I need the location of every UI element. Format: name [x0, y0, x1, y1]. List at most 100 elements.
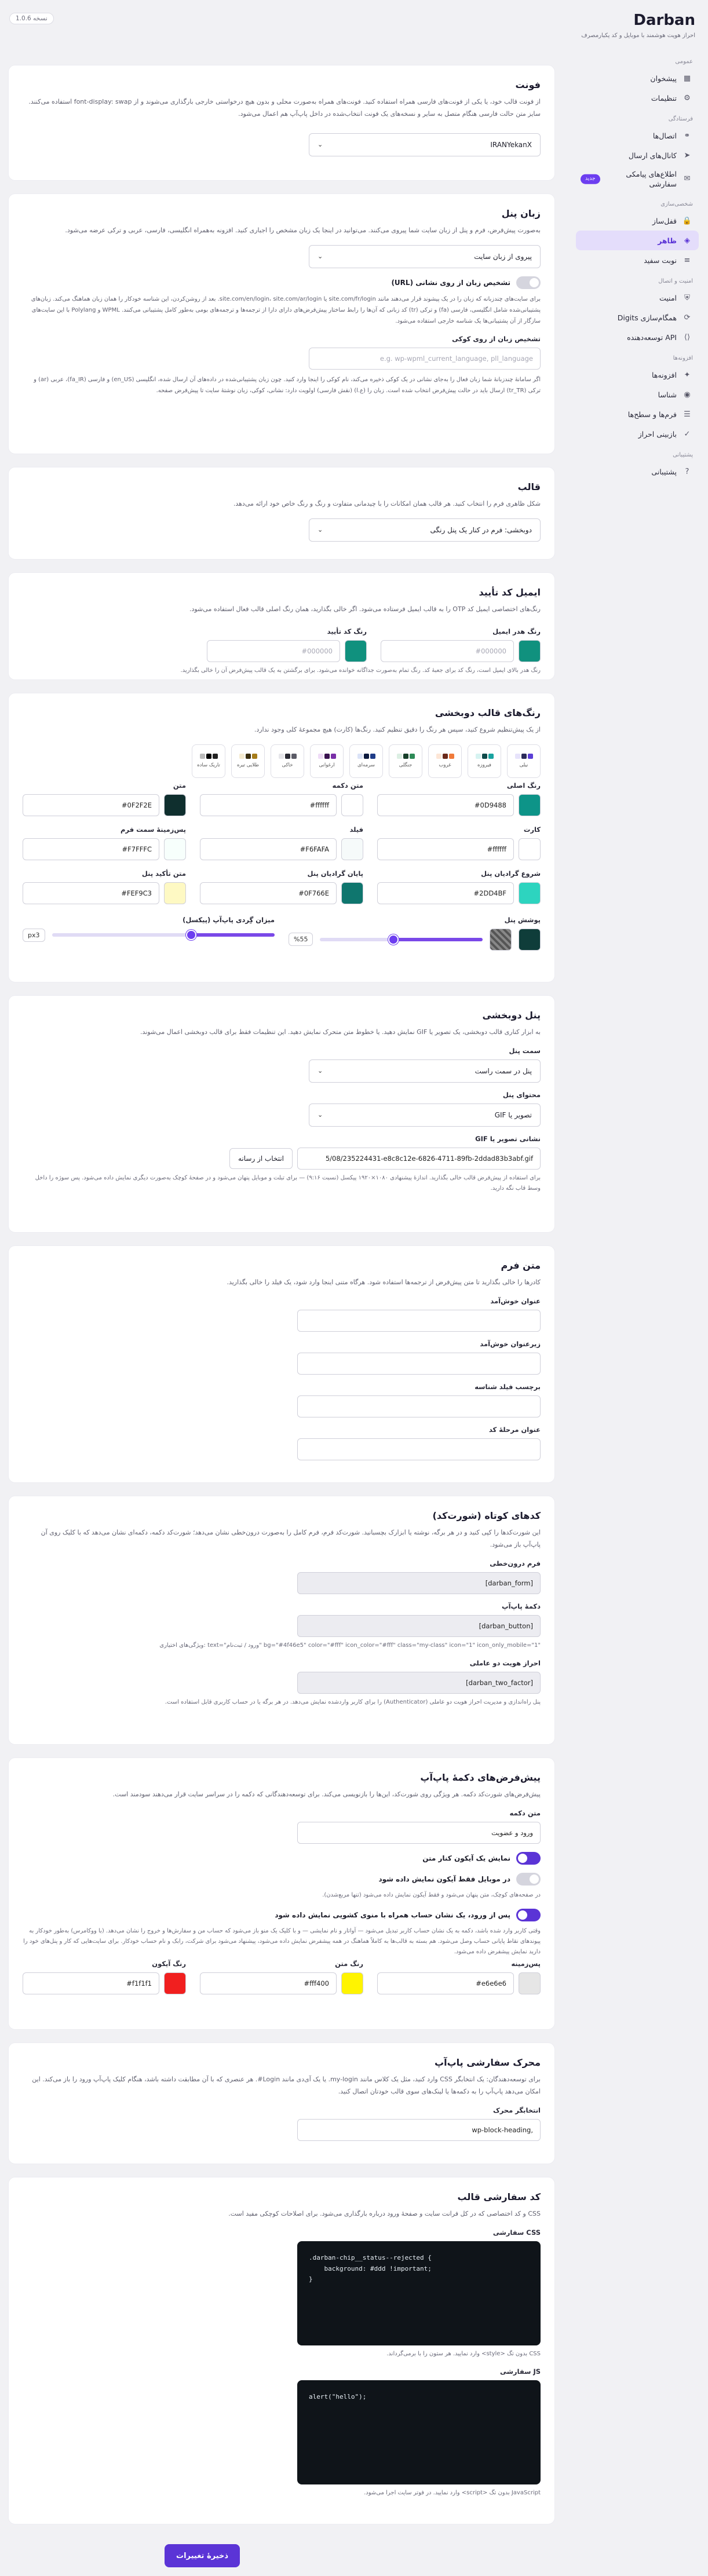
color-input[interactable]: #0D9488	[377, 794, 514, 816]
preset-name: تاریک ساده	[197, 762, 220, 769]
email-code-input[interactable]: #000000	[207, 640, 340, 662]
sidebar-item[interactable]: 🔒 قفل‌ساز	[576, 211, 699, 231]
font-card: فونت از فونت قالب خود، یا یکی از فونت‌ها…	[8, 65, 555, 181]
media-button[interactable]: انتخاب از رسانه	[229, 1148, 293, 1169]
sidebar-item-label: اطلاع‌های پیامکی سفارشی	[626, 169, 677, 189]
email-code-swatch[interactable]	[345, 640, 367, 662]
color-swatch[interactable]	[164, 794, 186, 816]
overlay-slider[interactable]	[320, 934, 483, 945]
form-shortcode-field[interactable]: [darban_form]	[297, 1572, 541, 1594]
dashboard-icon: ▦	[683, 74, 691, 83]
js-editor[interactable]: alert("hello");	[297, 2380, 541, 2484]
side-select-value: پنل در سمت راست	[475, 1066, 532, 1075]
radius-slider[interactable]	[52, 930, 275, 941]
form-text-input[interactable]	[297, 1395, 541, 1417]
color-swatch[interactable]	[341, 838, 363, 860]
overlay-swatch[interactable]	[519, 928, 541, 951]
content-select[interactable]: تصویر یا GIF ⌄	[309, 1103, 541, 1127]
sidebar-item[interactable]: ⛨ امنیت	[576, 288, 699, 308]
sidebar-item[interactable]: ◈ ظاهر	[576, 231, 699, 250]
radius-field: میزان گِردی پاپ‌آپ (پیکسل) px3	[23, 908, 275, 951]
color-preset[interactable]: سرمه‌ای	[349, 744, 383, 778]
email-code-color: #000000	[207, 640, 367, 662]
message-icon: ✉	[684, 174, 691, 183]
sidebar-item[interactable]: ✉ اطلاع‌های پیامکی سفارشی جدید	[576, 165, 699, 193]
email-header-swatch[interactable]	[519, 640, 541, 662]
cookie-input[interactable]: e.g. wp-wpml_current_language, pll_langu…	[309, 347, 541, 370]
button-shortcode-attrs: ویژگی‌های اختیاری: text="ورود / ثبت‌نام"…	[159, 1642, 541, 1649]
color-preset[interactable]: جنگلی	[389, 744, 422, 778]
form-icon: ☰	[684, 410, 691, 419]
color-swatch[interactable]	[519, 794, 541, 816]
color-preset[interactable]: فیروزه	[468, 744, 501, 778]
sidebar-item[interactable]: ? پشتیبانی	[576, 462, 699, 481]
sidebar-item[interactable]: ⚭ اتصال‌ها	[576, 126, 699, 145]
sidebar-item[interactable]: ⚙ تنظیمات	[576, 88, 699, 108]
chevron-down-icon: ⌄	[317, 526, 323, 534]
list-icon: ≡	[684, 255, 691, 265]
font-select[interactable]: IRANYekanX ⌄	[309, 133, 541, 156]
button-shortcode-field[interactable]: [darban_button]	[297, 1614, 541, 1637]
color-swatch[interactable]	[519, 838, 541, 860]
color-preset[interactable]: نیلی	[507, 744, 541, 778]
form-text-input[interactable]	[297, 1352, 541, 1375]
color-field: کارت #ffffff	[377, 825, 541, 860]
color-preset[interactable]: ارغوانی	[310, 744, 344, 778]
color-swatch[interactable]	[341, 1972, 363, 1994]
color-input[interactable]: #e6e6e6	[377, 1972, 514, 1994]
color-preset[interactable]: خاکی	[271, 744, 304, 778]
language-select[interactable]: پیروی از زبان سایت ⌄	[309, 244, 541, 268]
color-swatch[interactable]	[164, 838, 186, 860]
form-text-input[interactable]	[297, 1309, 541, 1332]
sidebar-item[interactable]: ✓ بازبینی احراز	[576, 424, 699, 444]
color-swatch[interactable]	[341, 882, 363, 904]
form-text-input[interactable]	[297, 1438, 541, 1460]
email-header-input[interactable]: #000000	[381, 640, 514, 662]
sidebar-item[interactable]: ⟨⟩ API توسعه‌دهنده	[576, 327, 699, 347]
color-input[interactable]: #F7FFFC	[23, 838, 159, 860]
sidebar-item[interactable]: ✦ افزونه‌ها	[576, 365, 699, 385]
css-editor[interactable]: .darban-chip__status--rejected { backgro…	[297, 2241, 541, 2345]
trigger-input[interactable]: wp-block-heading,	[297, 2118, 541, 2141]
color-preset[interactable]: طلایی تیره	[231, 744, 265, 778]
sidebar-item[interactable]: ➤ کانال‌های ارسال	[576, 145, 699, 165]
sidebar-item[interactable]: ≡ نوبت سفید	[576, 250, 699, 270]
logged-in-toggle[interactable]	[516, 1908, 541, 1921]
template-select[interactable]: دوبخشی: فرم در کنار یک پنل رنگی ⌄	[309, 518, 541, 542]
save-button[interactable]: ذخیرهٔ تغییرات	[165, 2544, 240, 2567]
image-url-input[interactable]: 5/08/235224431-e8c8c12e-6826-4711-89fb-2…	[297, 1147, 541, 1170]
color-input[interactable]: #0F766E	[200, 882, 337, 904]
icon-only-toggle[interactable]	[516, 1872, 541, 1886]
url-language-toggle[interactable]	[516, 276, 541, 289]
sidebar-item-label: ظاهر	[658, 236, 677, 245]
sidebar-item[interactable]: ⟳ همگام‌سازی Digits	[576, 308, 699, 327]
color-input[interactable]: #ffffff	[377, 838, 514, 860]
color-swatch[interactable]	[519, 1972, 541, 1994]
button-text-input[interactable]: ورود و عضویت	[297, 1821, 541, 1844]
color-input[interactable]: #F6FAFA	[200, 838, 337, 860]
show-icon-toggle[interactable]	[516, 1851, 541, 1865]
color-preset[interactable]: تاریک ساده	[192, 744, 225, 778]
language-select-value: پیروی از زبان سایت	[474, 252, 532, 261]
color-input[interactable]: #f1f1f1	[23, 1972, 159, 1994]
content-select-value: تصویر یا GIF	[494, 1110, 532, 1119]
app-title: Darban	[633, 12, 695, 29]
overlay-pattern-swatch[interactable]	[490, 928, 512, 951]
color-swatch[interactable]	[164, 882, 186, 904]
color-swatch[interactable]	[341, 794, 363, 816]
sidebar-item[interactable]: ◉ شناسا	[576, 385, 699, 404]
side-select[interactable]: پنل در سمت راست ⌄	[309, 1059, 541, 1083]
twofactor-shortcode-field[interactable]: [darban_two_factor]	[297, 1671, 541, 1694]
preset-name: خاکی	[282, 762, 293, 769]
color-swatch[interactable]	[164, 1972, 186, 1994]
color-preset[interactable]: غروب	[428, 744, 462, 778]
color-input[interactable]: #fff400	[200, 1972, 337, 1994]
sidebar-item[interactable]: ☰ فرم‌ها و سطح‌ها	[576, 404, 699, 424]
color-input[interactable]: #FEF9C3	[23, 882, 159, 904]
color-input[interactable]: #2DD4BF	[377, 882, 514, 904]
color-swatch[interactable]	[519, 882, 541, 904]
popup-trigger-desc: برای توسعه‌دهندگان: یک انتخابگر CSS وارد…	[32, 2076, 541, 2095]
sidebar-item[interactable]: ▦ پیشخوان	[576, 68, 699, 88]
color-input[interactable]: #0F2F2E	[23, 794, 159, 816]
color-input[interactable]: #ffffff	[200, 794, 337, 816]
